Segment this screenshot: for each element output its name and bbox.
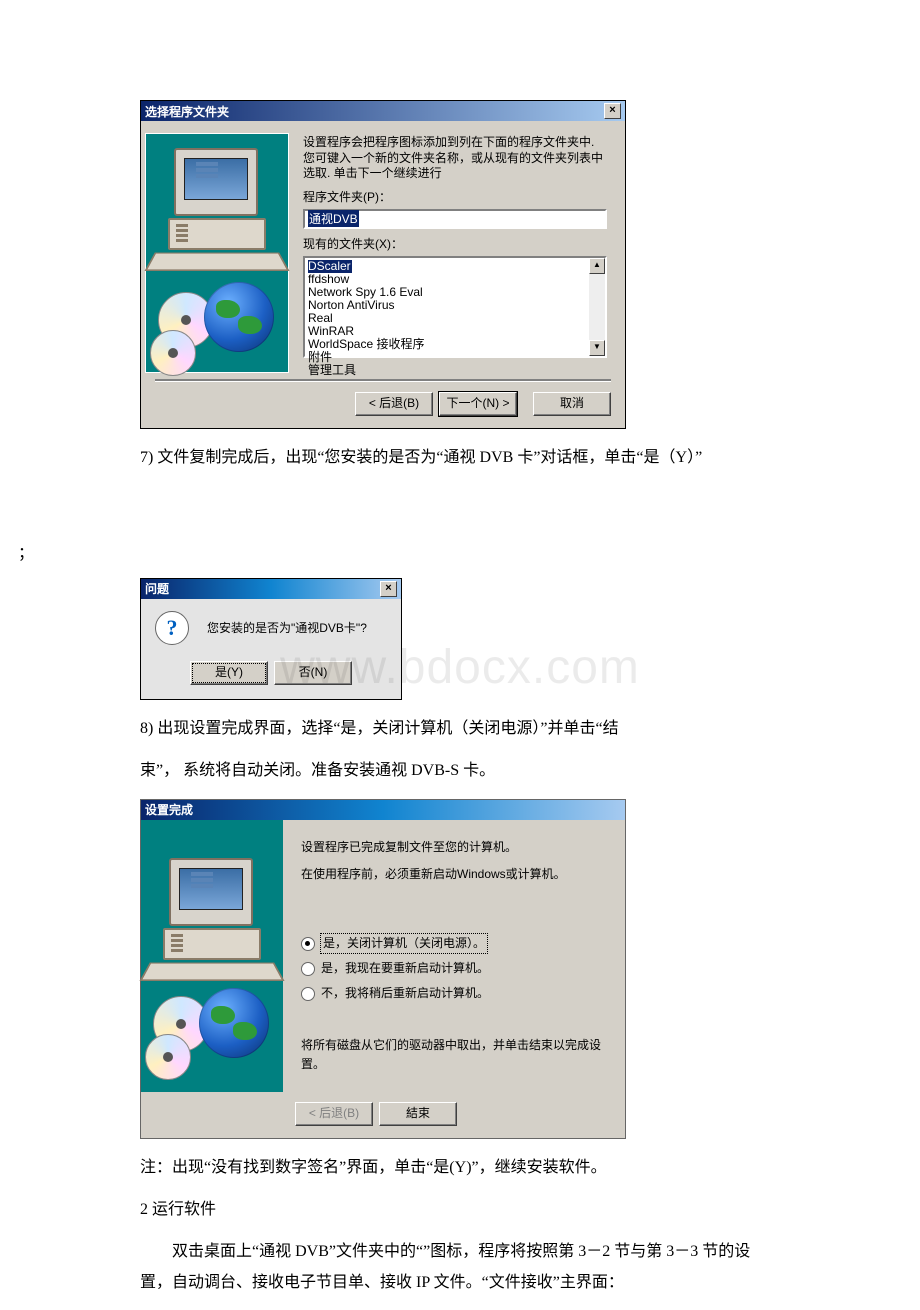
radio-label: 是，关闭计算机（关闭电源）。 xyxy=(321,934,487,953)
step7-text: 7) 文件复制完成后，出现“您安装的是否为“通视 DVB 卡”对话框，单击“是（… xyxy=(140,443,780,473)
list-item[interactable]: ffdshow xyxy=(308,273,603,286)
scrollbar[interactable]: ▲ ▼ xyxy=(589,258,605,356)
radio-option-restart-now[interactable]: 是，我现在要重新启动计算机。 xyxy=(301,959,609,978)
dialog3-title: 设置完成 xyxy=(145,801,193,818)
radio-icon[interactable] xyxy=(301,962,315,976)
note-text: 注：出现“没有找到数字签名”界面，单击“是(Y)”，继续安装软件。 xyxy=(140,1153,780,1183)
step8b-text: 束”， 系统将自动关闭。准备安装通视 DVB-S 卡。 xyxy=(140,756,780,786)
dialog2-msg: 您安装的是否为"通视DVB卡"? xyxy=(207,619,367,636)
dialog2-title: 问题 xyxy=(145,580,169,597)
close-icon[interactable]: × xyxy=(604,103,621,119)
existing-folders-label: 现有的文件夹(X)： xyxy=(303,235,607,252)
program-folder-label: 程序文件夹(P)： xyxy=(303,188,607,205)
existing-folders-list[interactable]: DScaler ffdshow Network Spy 1.6 Eval Nor… xyxy=(303,256,607,358)
list-item[interactable]: Norton AntiVirus xyxy=(308,299,603,312)
list-item[interactable]: DScaler xyxy=(308,260,352,273)
radio-option-shutdown[interactable]: 是，关闭计算机（关闭电源）。 xyxy=(301,934,609,953)
list-item[interactable]: Real xyxy=(308,312,603,325)
yes-button[interactable]: 是(Y) xyxy=(190,661,268,685)
close-icon[interactable]: × xyxy=(380,581,397,597)
dialog2-titlebar: 问题 × xyxy=(141,579,401,599)
back-button[interactable]: < 后退(B) xyxy=(355,392,433,416)
back-button: < 后退(B) xyxy=(295,1102,373,1126)
step8a-text: 8) 出现设置完成界面，选择“是，关闭计算机（关闭电源）”并单击“结 xyxy=(140,714,780,744)
dialog3-msg2: 在使用程序前，必须重新启动Windows或计算机。 xyxy=(301,865,609,884)
list-item[interactable]: WorldSpace 接收程序 xyxy=(308,338,603,351)
list-item[interactable]: 管理工具 xyxy=(308,364,603,377)
program-folder-input[interactable]: 通视DVB xyxy=(303,209,607,229)
dialog3-titlebar: 设置完成 xyxy=(141,800,625,820)
wizard-art xyxy=(145,133,289,373)
section2-heading: 2 运行软件 xyxy=(140,1195,780,1225)
radio-label: 不，我将稍后重新启动计算机。 xyxy=(321,984,489,1003)
dialog3-msg1: 设置程序已完成复制文件至您的计算机。 xyxy=(301,838,609,857)
dialog1-desc: 设置程序会把程序图标添加到列在下面的程序文件夹中. 您可键入一个新的文件夹名称，… xyxy=(303,135,607,182)
radio-icon[interactable] xyxy=(301,987,315,1001)
setup-complete-dialog: 设置完成 设置程序已完成复制文件至您的计算机。 在使用程序前，必须重新启动Win… xyxy=(140,799,626,1139)
question-dialog: 问题 × ? 您安装的是否为"通视DVB卡"? 是(Y) 否(N) xyxy=(140,578,402,700)
step7-semicolon: ； xyxy=(0,539,920,569)
scroll-down-icon[interactable]: ▼ xyxy=(589,340,605,356)
wizard-art xyxy=(141,820,283,1092)
list-item[interactable]: Network Spy 1.6 Eval xyxy=(308,286,603,299)
select-folder-dialog: 选择程序文件夹 × 设置程序会把程序图标添加到列在下面的程序文件夹中. 您可键入… xyxy=(140,100,626,429)
no-button[interactable]: 否(N) xyxy=(274,661,352,685)
dialog3-msg3: 将所有磁盘从它们的驱动器中取出，并单击结束以完成设置。 xyxy=(301,1036,609,1074)
list-item[interactable]: WinRAR xyxy=(308,325,603,338)
scroll-up-icon[interactable]: ▲ xyxy=(589,258,605,274)
radio-option-restart-later[interactable]: 不，我将稍后重新启动计算机。 xyxy=(301,984,609,1003)
run-software-text: 双击桌面上“通视 DVB”文件夹中的“”图标，程序将按照第 3－2 节与第 3－… xyxy=(140,1237,780,1298)
finish-button[interactable]: 結束 xyxy=(379,1102,457,1126)
dialog1-titlebar: 选择程序文件夹 × xyxy=(141,101,625,121)
radio-label: 是，我现在要重新启动计算机。 xyxy=(321,959,489,978)
cancel-button[interactable]: 取消 xyxy=(533,392,611,416)
question-icon: ? xyxy=(155,611,189,645)
dialog1-title: 选择程序文件夹 xyxy=(145,103,229,120)
next-button[interactable]: 下一个(N) > xyxy=(439,392,517,416)
list-item[interactable]: 附件 xyxy=(308,351,603,364)
radio-icon[interactable] xyxy=(301,937,315,951)
